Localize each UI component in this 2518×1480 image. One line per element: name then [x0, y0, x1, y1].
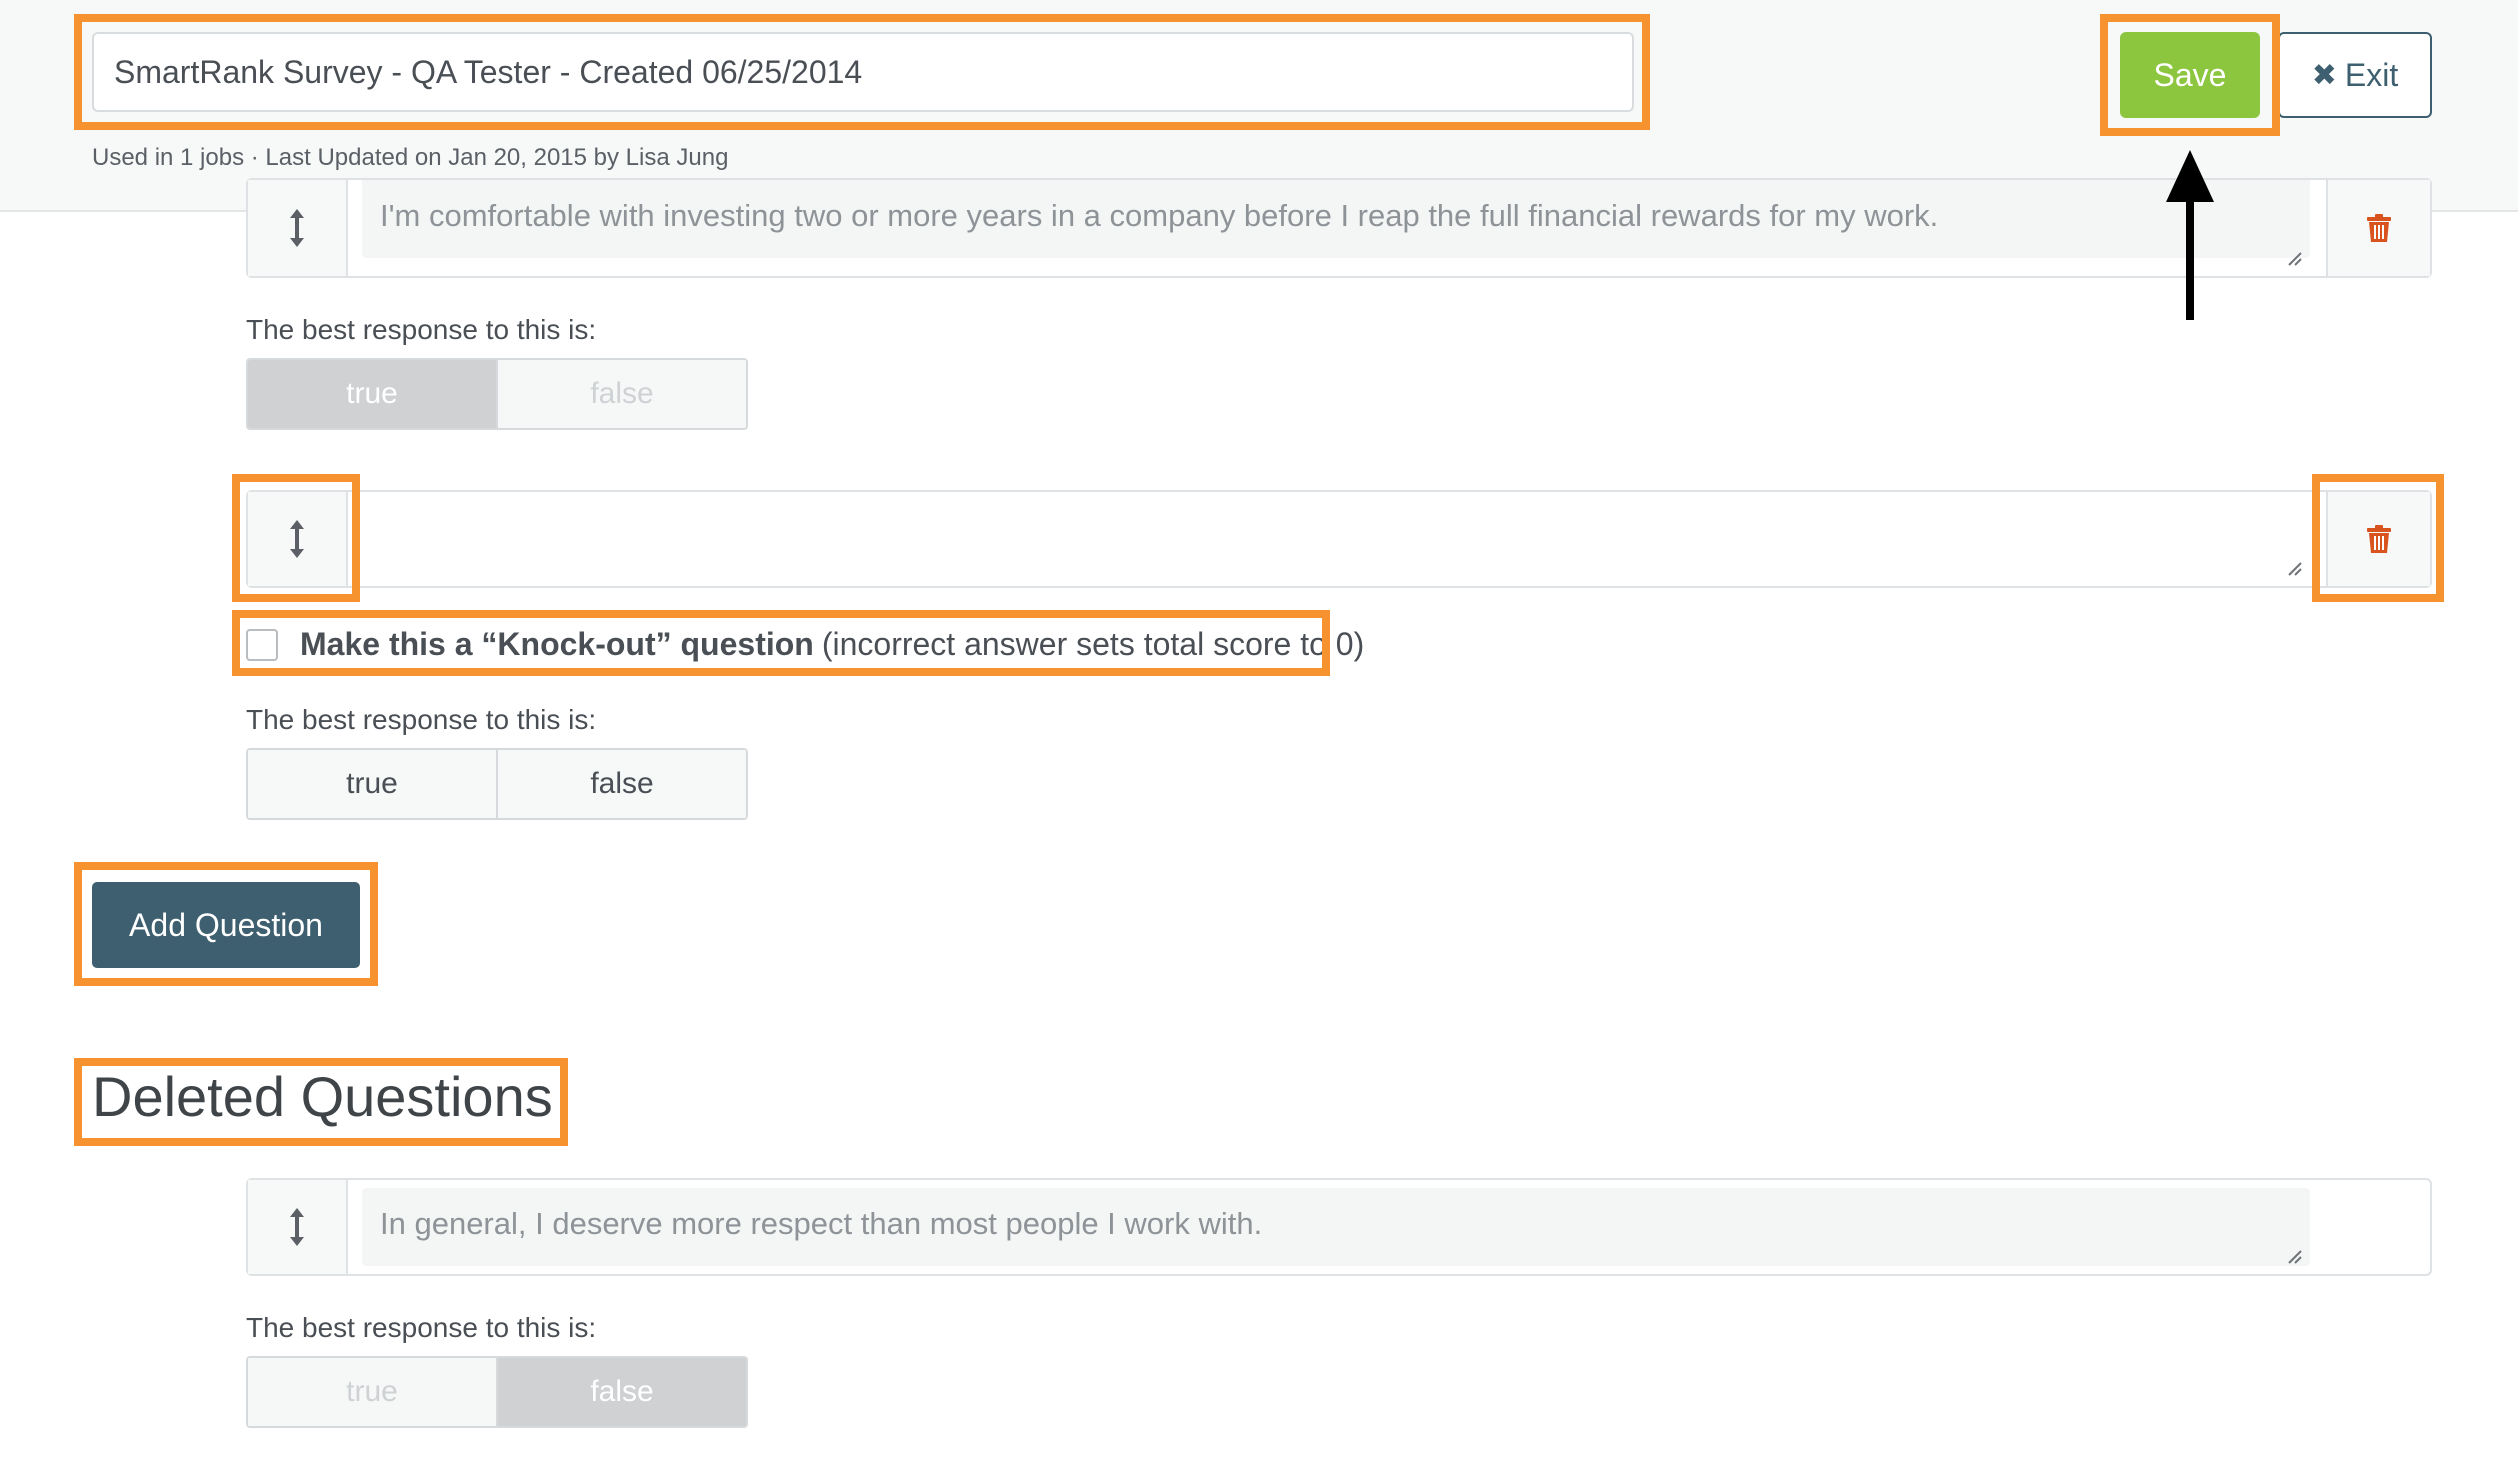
knockout-checkbox[interactable] [246, 628, 278, 661]
best-response-label: The best response to this is: [246, 1312, 597, 1343]
deleted-questions-heading: Deleted Questions [92, 1065, 553, 1128]
drag-handle[interactable] [248, 180, 348, 276]
delete-question-button[interactable] [2326, 180, 2430, 276]
question-row: I'm comfortable with investing two or mo… [246, 178, 2432, 278]
drag-handle[interactable] [248, 492, 348, 586]
best-response-label: The best response to this is: [246, 314, 597, 345]
survey-meta: Used in 1 jobs · Last Updated on Jan 20,… [92, 144, 729, 171]
knockout-label: Make this a “Knock-out” question [300, 626, 814, 662]
best-response-toggle: true false [246, 358, 748, 430]
add-question-button[interactable]: Add Question [92, 882, 360, 968]
exit-label: Exit [2344, 56, 2399, 93]
option-true[interactable]: true [248, 360, 496, 428]
drag-handle[interactable] [248, 1180, 348, 1274]
resize-grip-icon[interactable] [2286, 1248, 2302, 1264]
question-text: In general, I deserve more respect than … [362, 1188, 2310, 1266]
option-false[interactable]: false [496, 360, 746, 428]
option-true[interactable]: true [248, 750, 496, 818]
knockout-option[interactable]: Make this a “Knock-out” question (incorr… [246, 626, 1364, 663]
option-false[interactable]: false [496, 750, 746, 818]
best-response-label: The best response to this is: [246, 704, 597, 735]
exit-button[interactable]: ✖ Exit [2278, 32, 2432, 118]
trash-icon [2367, 214, 2391, 242]
resize-grip-icon[interactable] [2286, 250, 2302, 266]
resize-grip-icon[interactable] [2286, 560, 2302, 576]
best-response-toggle: true false [246, 748, 748, 820]
best-response-toggle: true false [246, 1356, 748, 1428]
question-row [246, 490, 2432, 588]
vertical-resize-icon [290, 1208, 304, 1246]
vertical-resize-icon [290, 209, 304, 247]
close-icon: ✖ [2311, 58, 2337, 92]
delete-question-button[interactable] [2326, 492, 2430, 586]
save-button[interactable]: Save [2120, 32, 2260, 118]
question-text[interactable]: I'm comfortable with investing two or mo… [362, 180, 2310, 258]
vertical-resize-icon [290, 520, 304, 558]
deleted-question-row: In general, I deserve more respect than … [246, 1178, 2432, 1276]
up-arrow-icon [2166, 150, 2214, 320]
survey-title-input[interactable]: SmartRank Survey - QA Tester - Created 0… [92, 32, 1634, 112]
trash-icon [2367, 525, 2391, 553]
option-false: false [496, 1358, 746, 1426]
question-text[interactable] [362, 500, 2310, 578]
option-true: true [248, 1358, 496, 1426]
knockout-description: (incorrect answer sets total score to 0) [821, 626, 1365, 662]
